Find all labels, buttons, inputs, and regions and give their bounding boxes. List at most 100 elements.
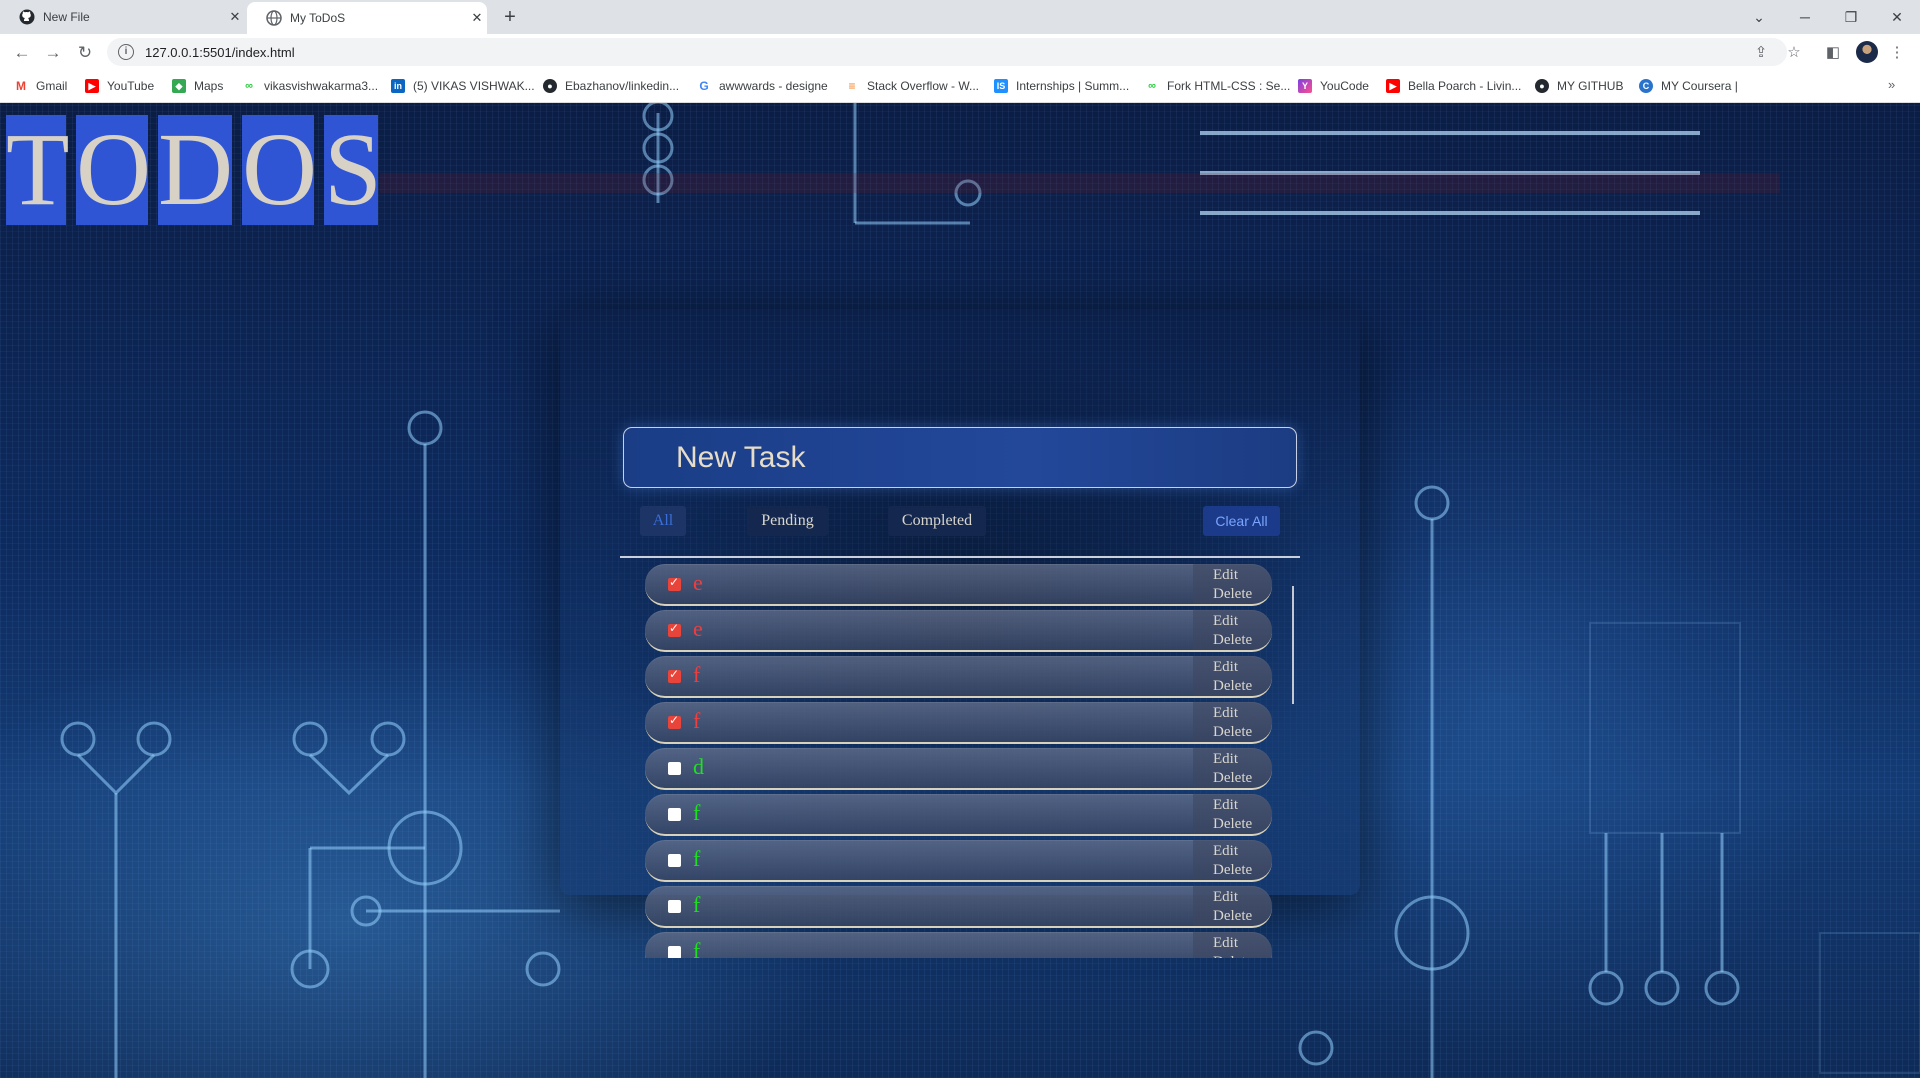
task-item[interactable]: f Edit Delete [645,886,1272,928]
task-item[interactable]: f Edit Delete [645,840,1272,882]
logo-letter: D [158,112,234,227]
task-item[interactable]: e Edit Delete [645,564,1272,606]
task-checkbox[interactable] [668,621,681,637]
task-checkbox[interactable] [668,900,681,913]
share-icon[interactable]: ⇪ [1750,42,1772,64]
chevron-right-icon[interactable]: » [1888,77,1895,92]
internshala-icon: IS [994,79,1008,93]
edit-button[interactable]: Edit [1213,612,1238,630]
maps-icon: ◆ [172,79,186,93]
delete-button[interactable]: Delete [1213,907,1252,925]
task-actions: Edit Delete [1193,610,1272,650]
bookmark-fork-html[interactable]: ∞ Fork HTML-CSS : Se... [1145,77,1290,95]
back-icon[interactable]: ← [11,42,33,64]
edit-button[interactable]: Edit [1213,796,1238,814]
delete-button[interactable]: Delete [1213,585,1252,603]
task-checkbox[interactable] [668,667,681,683]
linkedin-icon: in [391,79,405,93]
task-text: f [693,800,701,825]
bookmark-ebazhanov[interactable]: ● Ebazhanov/linkedin... [543,77,679,95]
task-item[interactable]: f Edit Delete [645,932,1272,958]
youtube-icon: ▶ [1386,79,1400,93]
avatar[interactable] [1856,41,1878,63]
edit-button[interactable]: Edit [1213,566,1238,584]
task-checkbox[interactable] [668,575,681,591]
task-checkbox[interactable] [668,946,681,958]
filter-completed-button[interactable]: Completed [888,506,986,536]
task-text: f [693,708,701,733]
bookmark-gmail[interactable]: M Gmail [14,77,67,95]
new-task-field[interactable] [623,427,1297,488]
bookmark-bella[interactable]: ▶ Bella Poarch - Livin... [1386,77,1521,95]
bookmark-linkedin[interactable]: in (5) VIKAS VISHWAK... [391,77,535,95]
delete-button[interactable]: Delete [1213,677,1252,695]
delete-button[interactable]: Delete [1213,861,1252,879]
site-info-icon[interactable]: i [118,44,134,60]
new-tab-button[interactable]: + [497,4,523,30]
edit-button[interactable]: Edit [1213,842,1238,860]
reload-icon[interactable]: ↻ [74,42,96,64]
task-list[interactable]: e Edit Delete e Edit Delete f Edit Delet… [625,558,1295,958]
github-icon: ● [543,79,557,93]
filter-all-button[interactable]: All [640,506,686,536]
bookmark-coursera[interactable]: C MY Coursera | [1639,77,1738,95]
task-checkbox[interactable] [668,713,681,729]
bookmark-my-github[interactable]: ● MY GITHUB [1535,77,1623,95]
close-icon[interactable]: ✕ [467,10,487,26]
task-actions: Edit Delete [1193,656,1272,696]
task-actions: Edit Delete [1193,840,1272,880]
window-close-icon[interactable]: ✕ [1874,0,1920,34]
bookmark-star-icon[interactable]: ☆ [1783,42,1805,64]
delete-button[interactable]: Delete [1213,723,1252,741]
bookmarks-bar: M Gmail ▶ YouTube ◆ Maps ∞ vikasvishwakarma3… [0,70,1920,103]
url-text[interactable]: 127.0.0.1:5501/index.html [145,45,295,60]
close-icon[interactable]: ✕ [225,9,245,25]
codepen-icon: ∞ [242,79,256,93]
edit-button[interactable]: Edit [1213,888,1238,906]
new-task-input[interactable] [624,428,1296,487]
google-icon: G [697,79,711,93]
bookmark-awwwards[interactable]: Gawwwards - designe [697,77,828,95]
edit-button[interactable]: Edit [1213,750,1238,768]
bookmark-internships[interactable]: IS Internships | Summ... [994,77,1129,95]
menu-icon[interactable]: ⋮ [1886,42,1908,64]
task-text: d [693,754,704,779]
task-item[interactable]: d Edit Delete [645,748,1272,790]
task-checkbox[interactable] [668,854,681,867]
logo-letter: T [6,112,70,227]
tab-search-icon[interactable]: ⌄ [1736,0,1782,34]
task-item[interactable]: e Edit Delete [645,610,1272,652]
task-item[interactable]: f Edit Delete [645,656,1272,698]
bookmark-stackoverflow[interactable]: ≡ Stack Overflow - W... [845,77,979,95]
forward-icon[interactable]: → [42,42,64,64]
minimize-icon[interactable]: ─ [1782,0,1828,34]
restore-icon[interactable]: ❐ [1828,0,1874,34]
delete-button[interactable]: Delete [1213,631,1252,649]
todos-logo: T O D O S [6,112,382,227]
edit-button[interactable]: Edit [1213,934,1238,952]
bookmark-codepen[interactable]: ∞ vikasvishwakarma3... [242,77,378,95]
bookmark-youcode[interactable]: Y YouCode [1298,77,1369,95]
edit-button[interactable]: Edit [1213,658,1238,676]
task-text: f [693,846,701,871]
browser-tab-strip: New File ✕ My ToDoS ✕ + ⌄ ─ ❐ ✕ [0,0,1920,34]
side-panel-icon[interactable]: ◧ [1822,42,1844,64]
bookmark-youtube[interactable]: ▶ YouTube [85,77,154,95]
address-bar[interactable]: i 127.0.0.1:5501/index.html [107,38,1787,66]
delete-button[interactable]: Delete [1213,769,1252,787]
task-item[interactable]: f Edit Delete [645,794,1272,836]
delete-button[interactable]: Delete [1213,815,1252,833]
task-item[interactable]: f Edit Delete [645,702,1272,744]
filter-pending-button[interactable]: Pending [747,506,828,536]
tab-my-todos[interactable]: My ToDoS ✕ [247,2,487,34]
tab-title: My ToDoS [290,11,346,25]
bookmark-maps[interactable]: ◆ Maps [172,77,223,95]
logo-letter: O [76,112,152,227]
tab-new-file[interactable]: New File ✕ [0,0,245,34]
task-checkbox[interactable] [668,808,681,821]
delete-button[interactable]: Delete [1213,953,1252,958]
clear-all-button[interactable]: Clear All [1203,506,1280,536]
task-list-scrollbar[interactable] [1292,586,1294,704]
edit-button[interactable]: Edit [1213,704,1238,722]
task-checkbox[interactable] [668,762,681,775]
